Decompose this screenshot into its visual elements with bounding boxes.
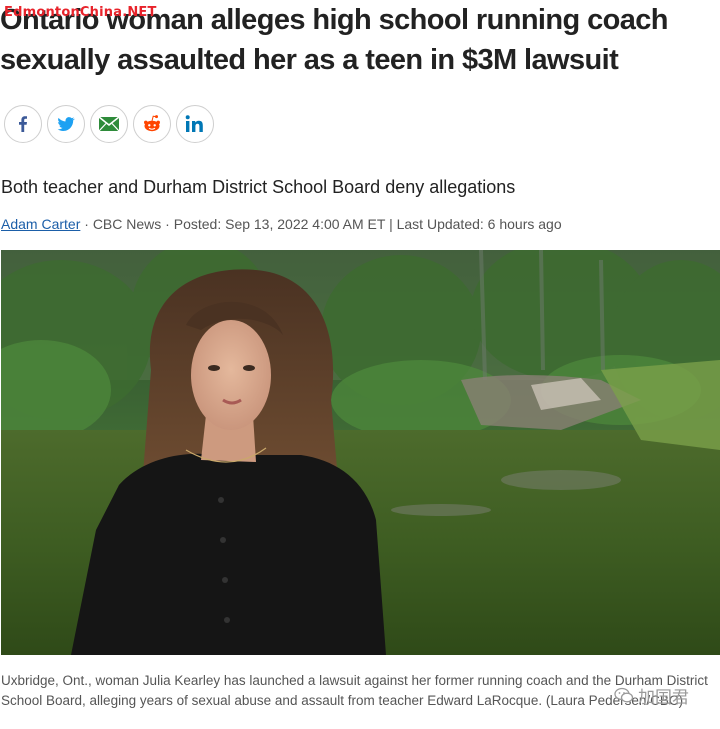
wechat-watermark-text: 加国君 (638, 688, 689, 708)
share-twitter-button[interactable] (47, 105, 85, 143)
byline-source: CBC News (92, 216, 162, 232)
wechat-watermark: 加国君 (614, 683, 689, 708)
byline-separator: · (161, 216, 174, 232)
reddit-icon (144, 115, 160, 132)
twitter-icon (57, 117, 75, 131)
wechat-icon (614, 687, 634, 703)
share-email-button[interactable] (90, 105, 128, 143)
facebook-icon (19, 116, 27, 132)
posted-timestamp: Posted: Sep 13, 2022 4:00 AM ET (173, 216, 386, 232)
photo-illustration (1, 250, 720, 655)
byline-separator: | (385, 216, 397, 232)
share-reddit-button[interactable] (133, 105, 171, 143)
site-watermark: EdmontonChina.NET (4, 5, 157, 20)
share-linkedin-button[interactable] (176, 105, 214, 143)
byline: Adam Carter · CBC News · Posted: Sep 13,… (1, 214, 562, 234)
share-facebook-button[interactable] (4, 105, 42, 143)
updated-timestamp: Last Updated: 6 hours ago (396, 216, 562, 232)
article-photo (1, 250, 720, 655)
byline-separator: · (80, 216, 93, 232)
linkedin-icon (185, 115, 203, 132)
photo-caption: Uxbridge, Ont., woman Julia Kearley has … (1, 673, 708, 708)
author-link[interactable]: Adam Carter (1, 216, 80, 232)
share-bar (4, 105, 214, 143)
article-subhead: Both teacher and Durham District School … (1, 177, 516, 197)
email-icon (98, 116, 120, 132)
